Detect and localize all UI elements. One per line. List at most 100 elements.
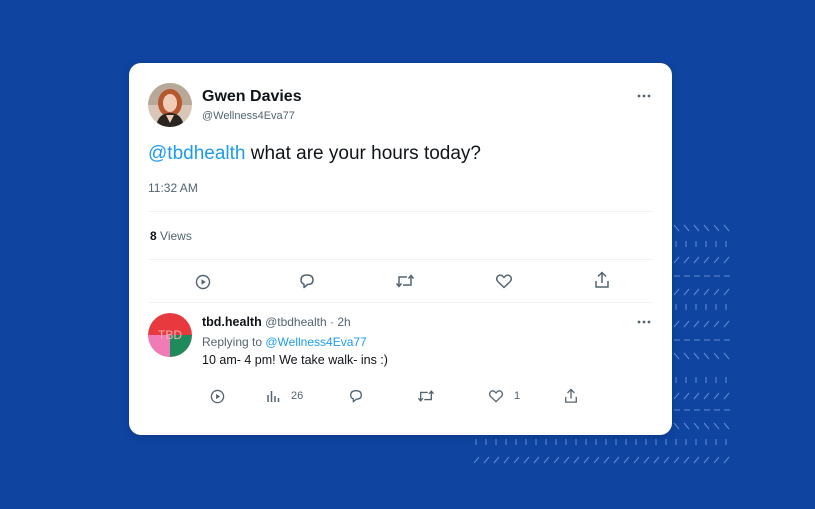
pattern-dash [703, 392, 710, 400]
pattern-dash [723, 422, 730, 430]
pattern-dash [643, 456, 650, 464]
divider [148, 211, 653, 212]
avatar-logo-text: TBD [158, 328, 182, 342]
analytics-count: 26 [291, 390, 304, 402]
pattern-dash [523, 456, 530, 464]
retweet-icon[interactable] [393, 270, 417, 292]
divider [148, 302, 653, 303]
pattern-dash [673, 422, 680, 430]
author-handle[interactable]: @Wellness4Eva77 [202, 110, 295, 122]
pattern-dash [723, 256, 730, 264]
pattern-dash [613, 456, 620, 464]
pattern-dash [553, 456, 560, 464]
pattern-dash [673, 392, 680, 400]
mention-link[interactable]: @tbdhealth [148, 143, 245, 164]
pattern-dash [723, 224, 730, 232]
pattern-dash [723, 352, 730, 360]
pattern-dash [673, 456, 680, 464]
pattern-dash [503, 456, 510, 464]
pattern-dash [693, 288, 700, 296]
pattern-dash [683, 422, 690, 430]
reply-author-avatar[interactable]: TBD [148, 313, 192, 357]
author-name[interactable]: Gwen Davies [202, 88, 302, 106]
pattern-dash [673, 224, 680, 232]
pattern-dash [603, 456, 610, 464]
pattern-dash [483, 456, 490, 464]
pattern-dash [673, 256, 680, 264]
reply-share-icon[interactable] [562, 386, 580, 406]
pattern-dash [693, 392, 700, 400]
pattern-dash [543, 456, 550, 464]
divider [148, 259, 653, 260]
analytics-icon[interactable] [264, 387, 282, 405]
pattern-dash [693, 352, 700, 360]
tweet-card: Gwen Davies @Wellness4Eva77 @tbdhealth w… [129, 63, 672, 435]
view-icon[interactable] [192, 271, 214, 293]
pattern-dash [683, 288, 690, 296]
pattern-dash [493, 456, 500, 464]
replying-to: Replying to @Wellness4Eva77 [202, 335, 367, 349]
pattern-dash [723, 320, 730, 328]
pattern-dash [673, 288, 680, 296]
pattern-dash [713, 288, 720, 296]
pattern-dash [703, 456, 710, 464]
pattern-dash [703, 256, 710, 264]
pattern-dash [713, 422, 720, 430]
pattern-dash [583, 456, 590, 464]
pattern-dash [673, 352, 680, 360]
reply-reply-icon[interactable] [346, 386, 366, 406]
pattern-dash [683, 224, 690, 232]
separator-dot: · [329, 315, 334, 329]
pattern-dash [683, 392, 690, 400]
replying-label: Replying to [202, 335, 266, 349]
author-avatar[interactable] [148, 83, 192, 127]
more-options-icon[interactable] [634, 89, 654, 103]
pattern-dash [713, 392, 720, 400]
pattern-dash [703, 422, 710, 430]
pattern-dash [673, 320, 680, 328]
reply-header: tbd.health @tbdhealth · 2h [202, 315, 351, 329]
reply-like-icon[interactable] [486, 386, 506, 406]
pattern-dash [703, 224, 710, 232]
reply-view-icon[interactable] [208, 387, 226, 405]
pattern-dash [683, 352, 690, 360]
pattern-dash [693, 456, 700, 464]
pattern-dash [683, 456, 690, 464]
pattern-dash [573, 456, 580, 464]
pattern-dash [703, 352, 710, 360]
pattern-dash [633, 456, 640, 464]
pattern-dash [663, 456, 670, 464]
views-stat[interactable]: 8 Views [150, 229, 192, 243]
pattern-dash [713, 456, 720, 464]
views-label: Views [160, 229, 192, 243]
pattern-dash [703, 288, 710, 296]
tweet-body: what are your hours today? [245, 143, 481, 164]
pattern-dash [723, 392, 730, 400]
pattern-dash [533, 456, 540, 464]
pattern-dash [623, 456, 630, 464]
reply-retweet-icon[interactable] [415, 386, 437, 406]
pattern-dash [593, 456, 600, 464]
reply-age[interactable]: 2h [337, 315, 350, 329]
pattern-dash [723, 456, 730, 464]
share-icon[interactable] [591, 269, 613, 291]
pattern-dash [713, 352, 720, 360]
pattern-dash [693, 320, 700, 328]
pattern-dash [473, 456, 480, 464]
pattern-dash [703, 320, 710, 328]
view-count: 8 [150, 229, 157, 243]
tweet-timestamp[interactable]: 11:32 AM [148, 181, 198, 195]
reply-more-options-icon[interactable] [634, 315, 654, 329]
reply-author-name[interactable]: tbd.health [202, 315, 262, 329]
reply-icon[interactable] [296, 270, 318, 292]
tweet-text: @tbdhealth what are your hours today? [148, 143, 481, 165]
pattern-dash [723, 288, 730, 296]
pattern-dash [713, 256, 720, 264]
pattern-dash [683, 256, 690, 264]
pattern-dash [713, 320, 720, 328]
reply-author-handle[interactable]: @tbdhealth [265, 315, 327, 329]
replying-to-link[interactable]: @Wellness4Eva77 [265, 335, 366, 349]
like-icon[interactable] [493, 270, 515, 292]
pattern-dash [693, 224, 700, 232]
pattern-dash [683, 320, 690, 328]
